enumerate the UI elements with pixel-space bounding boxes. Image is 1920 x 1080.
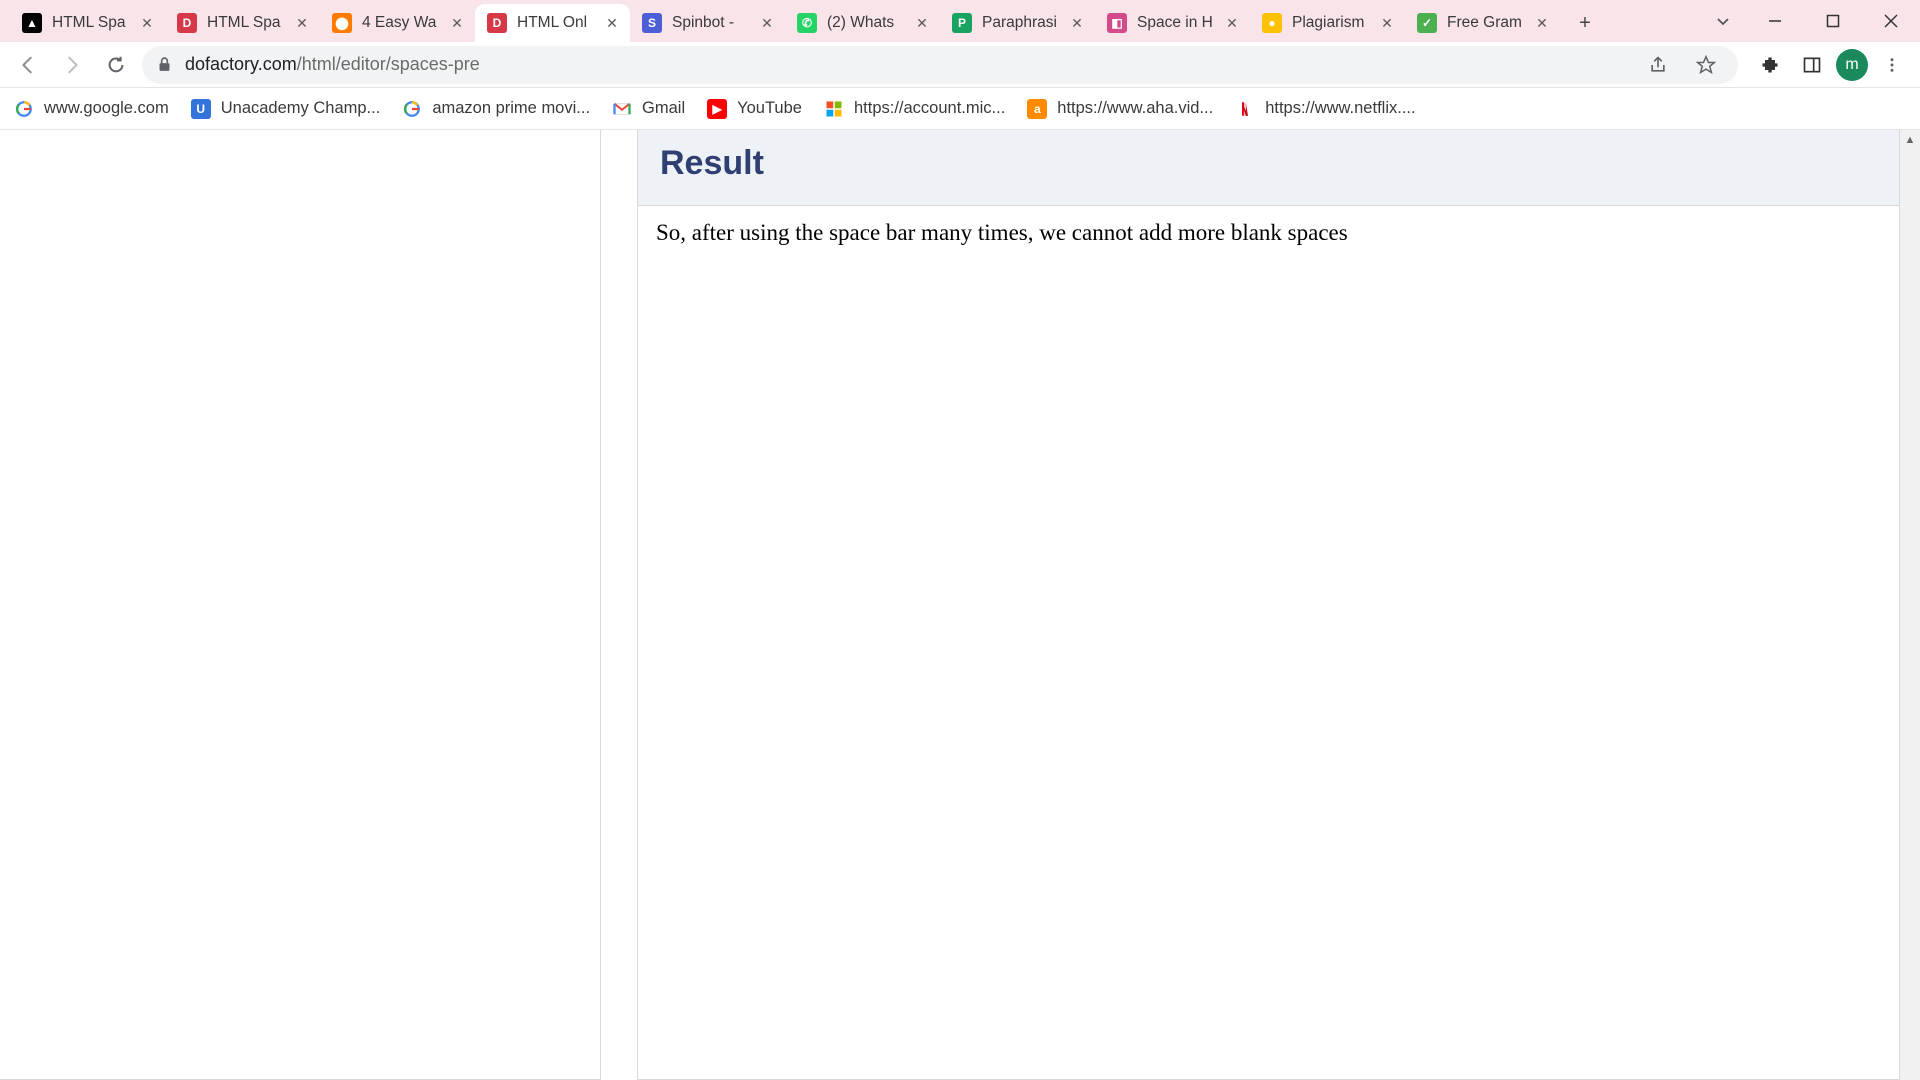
- tab-title: Plagiarism: [1292, 14, 1373, 32]
- browser-toolbar: dofactory.com/html/editor/spaces-pre m: [0, 42, 1920, 88]
- browser-tab[interactable]: ▲ HTML Spa ✕: [10, 4, 165, 42]
- bookmark-favicon: [14, 99, 34, 119]
- bookmark-label: YouTube: [737, 99, 802, 118]
- tab-favicon: ▲: [22, 13, 42, 33]
- bookmark-label: https://account.mic...: [854, 99, 1005, 118]
- forward-button[interactable]: [54, 47, 90, 83]
- browser-tab[interactable]: D HTML Spa ✕: [165, 4, 320, 42]
- bookmark-star-icon[interactable]: [1688, 47, 1724, 83]
- tab-favicon: ✆: [797, 13, 817, 33]
- tab-title: HTML Onl: [517, 14, 598, 32]
- code-editor-pane[interactable]: nt. , we cannot add more blank spaces </…: [0, 130, 601, 1080]
- bookmark-favicon: U: [191, 99, 211, 119]
- tab-favicon: ●: [1262, 13, 1282, 33]
- bookmarks-bar: www.google.com U Unacademy Champ... amazon …: [0, 88, 1920, 130]
- bookmark-label: amazon prime movi...: [432, 99, 590, 118]
- bookmark-item[interactable]: Gmail: [612, 99, 685, 119]
- url-text: dofactory.com/html/editor/spaces-pre: [185, 54, 1628, 75]
- menu-icon[interactable]: [1874, 47, 1910, 83]
- bookmark-item[interactable]: amazon prime movi...: [402, 99, 590, 119]
- tab-close-icon[interactable]: ✕: [1534, 15, 1550, 31]
- tab-close-icon[interactable]: ✕: [139, 15, 155, 31]
- scroll-up-arrow[interactable]: ▲: [1900, 130, 1920, 150]
- browser-tab[interactable]: S Spinbot - ✕: [630, 4, 785, 42]
- tab-favicon: ⬤: [332, 13, 352, 33]
- code-line: nt.: [0, 227, 590, 252]
- bookmark-label: www.google.com: [44, 99, 169, 118]
- tab-close-icon[interactable]: ✕: [759, 15, 775, 31]
- profile-avatar[interactable]: m: [1836, 49, 1868, 81]
- bookmark-label: https://www.netflix....: [1265, 99, 1415, 118]
- browser-titlebar: ▲ HTML Spa ✕ D HTML Spa ✕ ⬤ 4 Easy Wa ✕ D HTML Onl…: [0, 0, 1920, 42]
- tab-close-icon[interactable]: ✕: [914, 15, 930, 31]
- bookmark-item[interactable]: https://account.mic...: [824, 99, 1005, 119]
- bookmark-favicon: a: [1027, 99, 1047, 119]
- tab-title: Space in H: [1137, 14, 1218, 32]
- bookmark-favicon: ▶: [707, 99, 727, 119]
- bookmark-item[interactable]: ▶ YouTube: [707, 99, 802, 119]
- browser-tab[interactable]: P Paraphrasi ✕: [940, 4, 1095, 42]
- browser-tab[interactable]: ✆ (2) Whats ✕: [785, 4, 940, 42]
- tab-favicon: D: [177, 13, 197, 33]
- tab-title: Spinbot -: [672, 14, 753, 32]
- extensions-icon[interactable]: [1752, 47, 1788, 83]
- tab-favicon: S: [642, 13, 662, 33]
- browser-tab[interactable]: ● Plagiarism ✕: [1250, 4, 1405, 42]
- page-content: nt. , we cannot add more blank spaces </…: [0, 130, 1920, 1080]
- result-output: So, after using the space bar many times…: [638, 206, 1899, 260]
- new-tab-button[interactable]: +: [1568, 6, 1602, 40]
- tab-title: HTML Spa: [52, 14, 133, 32]
- back-button[interactable]: [10, 47, 46, 83]
- browser-tab[interactable]: D HTML Onl ✕: [475, 4, 630, 42]
- bookmark-item[interactable]: www.google.com: [14, 99, 169, 119]
- code-line: , we cannot add more blank spaces </p>: [0, 329, 590, 354]
- tab-favicon: D: [487, 13, 507, 33]
- tab-favicon: P: [952, 13, 972, 33]
- bookmark-label: https://www.aha.vid...: [1057, 99, 1213, 118]
- bookmark-item[interactable]: U Unacademy Champ...: [191, 99, 381, 119]
- bookmark-label: Gmail: [642, 99, 685, 118]
- bookmark-item[interactable]: https://www.netflix....: [1235, 99, 1415, 119]
- tab-title: 4 Easy Wa: [362, 14, 443, 32]
- reload-button[interactable]: [98, 47, 134, 83]
- bookmark-favicon: [612, 99, 632, 119]
- tab-title: HTML Spa: [207, 14, 288, 32]
- tab-close-icon[interactable]: ✕: [1224, 15, 1240, 31]
- window-controls: [1700, 0, 1920, 42]
- bookmark-favicon: [402, 99, 422, 119]
- browser-tab[interactable]: ◧ Space in H ✕: [1095, 4, 1250, 42]
- vertical-scrollbar[interactable]: ▲: [1900, 130, 1920, 1080]
- sidepanel-icon[interactable]: [1794, 47, 1830, 83]
- result-pane: Result So, after using the space bar man…: [637, 130, 1900, 1080]
- bookmark-label: Unacademy Champ...: [221, 99, 381, 118]
- tab-title: (2) Whats: [827, 14, 908, 32]
- tab-search-button[interactable]: [1700, 0, 1746, 42]
- bookmark-item[interactable]: a https://www.aha.vid...: [1027, 99, 1213, 119]
- tabstrip: ▲ HTML Spa ✕ D HTML Spa ✕ ⬤ 4 Easy Wa ✕ D HTML Onl…: [10, 0, 1560, 42]
- tab-title: Paraphrasi: [982, 14, 1063, 32]
- tab-close-icon[interactable]: ✕: [449, 15, 465, 31]
- toolbar-right: m: [1752, 47, 1910, 83]
- tab-close-icon[interactable]: ✕: [1069, 15, 1085, 31]
- lock-icon: [156, 56, 173, 73]
- tab-close-icon[interactable]: ✕: [604, 15, 620, 31]
- close-window-button[interactable]: [1862, 0, 1920, 42]
- tab-favicon: ◧: [1107, 13, 1127, 33]
- browser-tab[interactable]: ✓ Free Gram ✕: [1405, 4, 1560, 42]
- tab-close-icon[interactable]: ✕: [1379, 15, 1395, 31]
- tab-favicon: ✓: [1417, 13, 1437, 33]
- maximize-button[interactable]: [1804, 0, 1862, 42]
- tab-close-icon[interactable]: ✕: [294, 15, 310, 31]
- minimize-button[interactable]: [1746, 0, 1804, 42]
- tab-title: Free Gram: [1447, 14, 1528, 32]
- browser-tab[interactable]: ⬤ 4 Easy Wa ✕: [320, 4, 475, 42]
- bookmark-favicon: [1235, 99, 1255, 119]
- result-header: Result: [638, 130, 1899, 206]
- bookmark-favicon: [824, 99, 844, 119]
- share-icon[interactable]: [1640, 47, 1676, 83]
- address-bar[interactable]: dofactory.com/html/editor/spaces-pre: [142, 46, 1738, 84]
